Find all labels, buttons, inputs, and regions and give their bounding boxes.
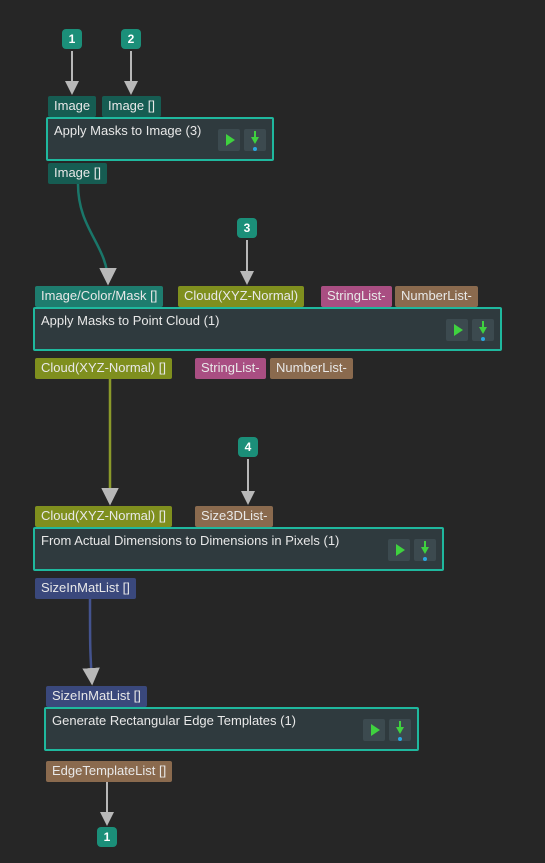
step-into-icon xyxy=(251,137,259,144)
port-n2-in-stringlist[interactable]: StringList- xyxy=(321,286,392,307)
port-n4-in-sizeinmatlist[interactable]: SizeInMatList [] xyxy=(46,686,147,707)
step-title: From Actual Dimensions to Dimensions in … xyxy=(41,533,339,548)
port-n2-out-cloud-array[interactable]: Cloud(XYZ-Normal) [] xyxy=(35,358,172,379)
play-icon xyxy=(396,544,405,556)
run-button[interactable] xyxy=(363,719,385,741)
port-n3-in-cloud-array[interactable]: Cloud(XYZ-Normal) [] xyxy=(35,506,172,527)
step-into-icon xyxy=(479,327,487,334)
play-icon xyxy=(454,324,463,336)
step-generate-rectangular-edge-templates[interactable]: Generate Rectangular Edge Templates (1) xyxy=(44,707,419,751)
run-button[interactable] xyxy=(388,539,410,561)
step-into-button[interactable] xyxy=(472,319,494,341)
step-title: Apply Masks to Point Cloud (1) xyxy=(41,313,219,328)
port-n2-out-stringlist[interactable]: StringList- xyxy=(195,358,266,379)
output-badge-1[interactable]: 1 xyxy=(97,827,117,847)
port-n2-in-numberlist[interactable]: NumberList- xyxy=(395,286,478,307)
port-n2-out-numberlist[interactable]: NumberList- xyxy=(270,358,353,379)
step-apply-masks-to-image[interactable]: Apply Masks to Image (3) xyxy=(46,117,274,161)
play-icon xyxy=(226,134,235,146)
run-button[interactable] xyxy=(218,129,240,151)
input-badge-3[interactable]: 3 xyxy=(237,218,257,238)
port-n3-out-sizeinmatlist[interactable]: SizeInMatList [] xyxy=(35,578,136,599)
port-n1-out-image-array[interactable]: Image [] xyxy=(48,163,107,184)
step-into-button[interactable] xyxy=(414,539,436,561)
port-n2-in-mask[interactable]: Image/Color/Mask [] xyxy=(35,286,163,307)
step-from-actual-dimensions[interactable]: From Actual Dimensions to Dimensions in … xyxy=(33,527,444,571)
port-n1-in-image-array[interactable]: Image [] xyxy=(102,96,161,117)
step-into-icon xyxy=(396,727,404,734)
step-into-button[interactable] xyxy=(389,719,411,741)
input-badge-4[interactable]: 4 xyxy=(238,437,258,457)
port-n3-in-size3dlist[interactable]: Size3DList- xyxy=(195,506,273,527)
run-button[interactable] xyxy=(446,319,468,341)
input-badge-2[interactable]: 2 xyxy=(121,29,141,49)
port-n1-in-image[interactable]: Image xyxy=(48,96,96,117)
play-icon xyxy=(371,724,380,736)
step-title: Apply Masks to Image (3) xyxy=(54,123,201,138)
step-apply-masks-to-point-cloud[interactable]: Apply Masks to Point Cloud (1) xyxy=(33,307,502,351)
step-into-icon xyxy=(421,547,429,554)
port-n4-out-edgetemplatelist[interactable]: EdgeTemplateList [] xyxy=(46,761,172,782)
step-into-button[interactable] xyxy=(244,129,266,151)
port-n2-in-cloud[interactable]: Cloud(XYZ-Normal) xyxy=(178,286,304,307)
step-title: Generate Rectangular Edge Templates (1) xyxy=(52,713,296,728)
input-badge-1[interactable]: 1 xyxy=(62,29,82,49)
